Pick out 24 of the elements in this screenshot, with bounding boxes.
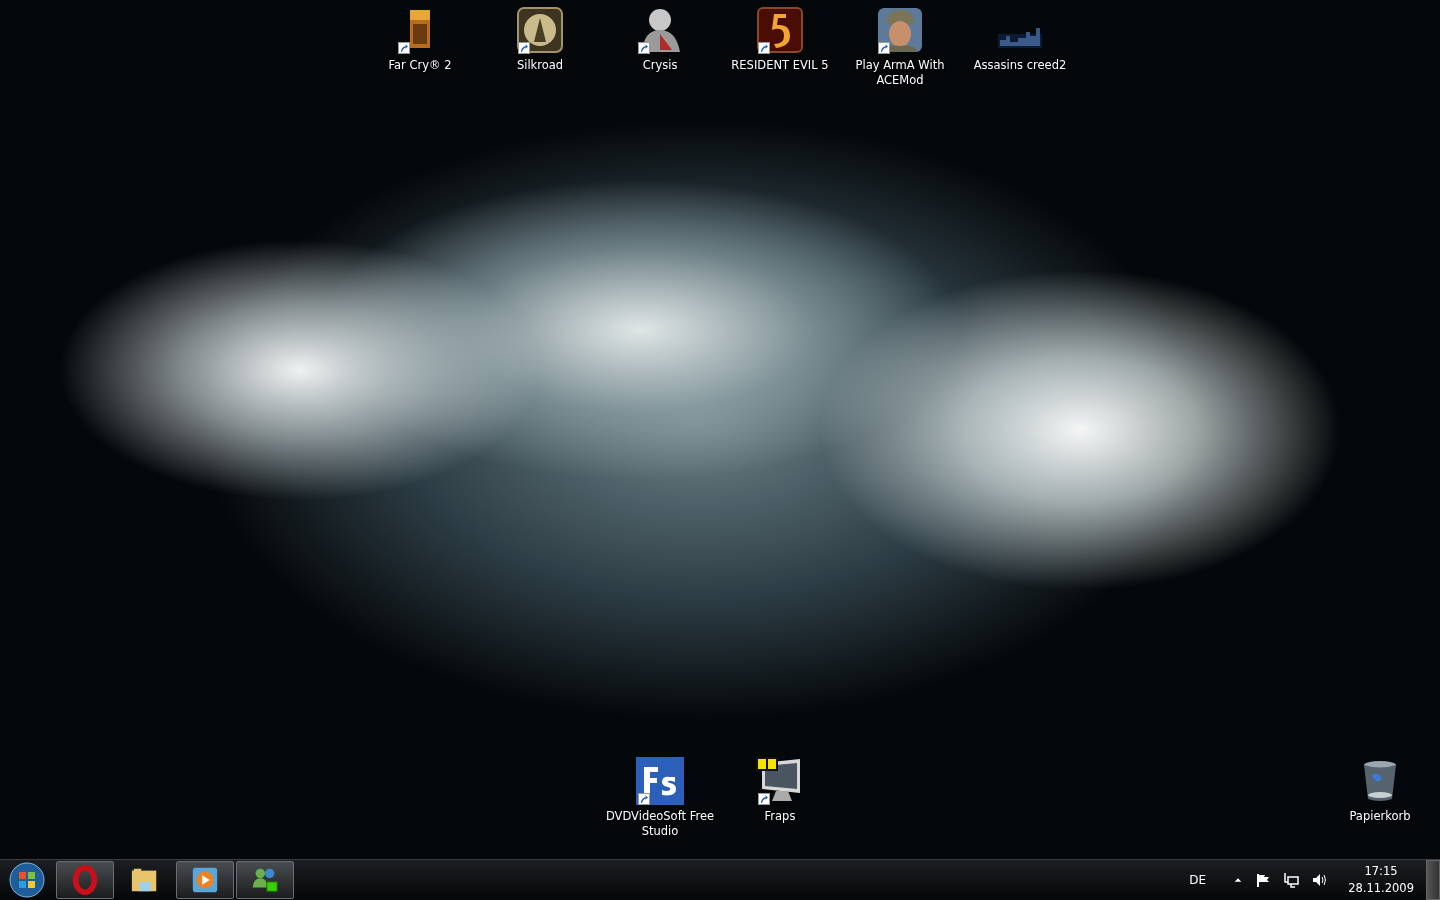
taskbar-button[interactable] xyxy=(236,861,294,899)
taskbar-button[interactable] xyxy=(176,861,234,899)
clock-time: 17:15 xyxy=(1364,863,1398,880)
icon-label[interactable]: Crysis xyxy=(642,58,678,73)
fs-tile-icon[interactable] xyxy=(636,757,684,805)
speaker-icon[interactable] xyxy=(1311,872,1328,888)
icon-label[interactable]: Papierkorb xyxy=(1349,809,1411,824)
icon-label[interactable]: Play ArmA With ACEMod xyxy=(844,58,956,88)
network-icon[interactable] xyxy=(1283,872,1300,888)
medallion-icon[interactable] xyxy=(516,6,564,54)
icon-label[interactable]: Fraps xyxy=(764,809,796,824)
flag-icon[interactable] xyxy=(1255,872,1272,888)
play-icon xyxy=(190,865,220,895)
icon-label[interactable]: Silkroad xyxy=(516,58,564,73)
icon-label[interactable]: Assasins creed2 xyxy=(973,58,1067,73)
icon-label[interactable]: Far Cry® 2 xyxy=(388,58,452,73)
soldier-icon[interactable] xyxy=(876,6,924,54)
flaming-numeral-icon[interactable] xyxy=(756,6,804,54)
language-indicator[interactable]: DE xyxy=(1189,873,1207,887)
icon-label[interactable]: RESIDENT EVIL 5 xyxy=(731,58,829,73)
opera-o-icon xyxy=(70,865,100,895)
icon-label[interactable]: DVDVideoSoft Free Studio xyxy=(604,809,716,839)
clock-date: 28.11.2009 xyxy=(1348,880,1414,897)
clock[interactable]: 17:15 28.11.2009 xyxy=(1348,863,1414,897)
